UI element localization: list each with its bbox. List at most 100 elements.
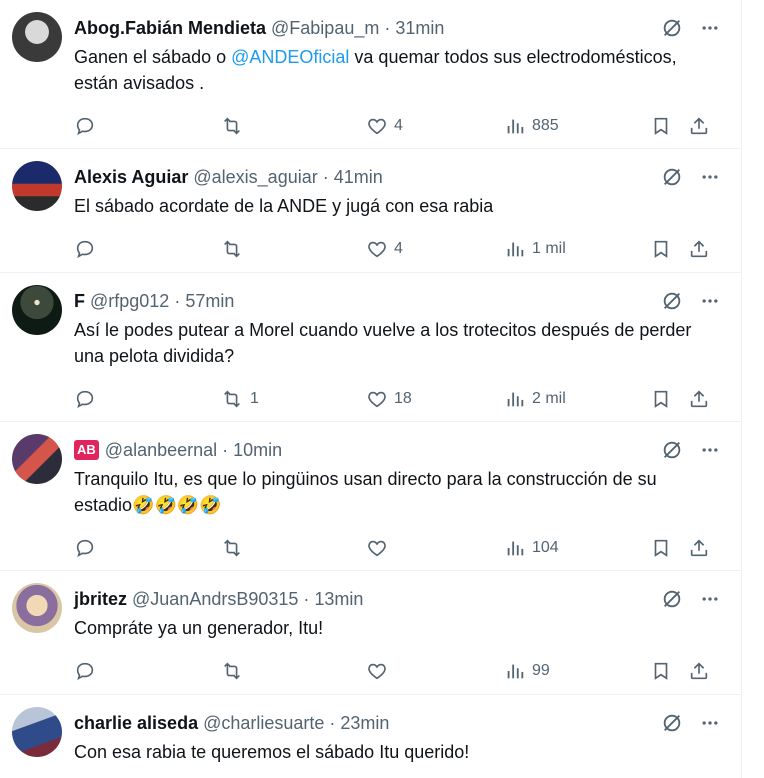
share-icon [690,240,708,258]
views-button[interactable]: 2 mil [504,388,650,410]
display-name-badge[interactable]: AB [74,440,99,460]
reply-feed: Abog.Fabián Mendieta @Fabipau_m · 31min … [0,0,742,778]
share-button[interactable] [688,238,710,260]
share-button[interactable] [688,660,710,682]
author-name[interactable]: jbritez [74,589,127,610]
timestamp[interactable]: 13min [314,589,363,610]
avatar[interactable] [12,707,64,778]
bookmark-button[interactable] [650,238,688,260]
views-icon [507,242,524,257]
more-icon[interactable] [695,708,725,738]
grok-icon[interactable] [657,13,687,43]
tweet[interactable]: AB @alanbeernal · 10min Tranquilo Itu, e… [0,422,741,571]
share-button[interactable] [688,388,710,410]
timestamp[interactable]: 10min [233,440,282,461]
retweet-button[interactable] [220,115,366,137]
retweet-icon [224,390,240,408]
retweet-button[interactable]: 1 [220,388,366,410]
reply-button[interactable] [74,660,220,682]
retweet-button[interactable] [220,660,366,682]
tweet-text: Así le podes putear a Morel cuando vuelv… [74,320,692,366]
views-icon [507,664,524,679]
reply-icon [76,117,94,135]
share-button[interactable] [688,537,710,559]
author-handle[interactable]: @alanbeernal [105,440,217,461]
avatar[interactable] [12,161,64,272]
share-icon [690,117,708,135]
timestamp[interactable]: 57min [185,291,234,312]
share-icon [690,539,708,557]
tweet-actions: 4 885 [74,96,725,156]
tweet[interactable]: Abog.Fabián Mendieta @Fabipau_m · 31min … [0,0,741,149]
reply-icon [76,539,94,557]
like-button[interactable]: 4 [366,238,504,260]
more-icon[interactable] [695,13,725,43]
avatar[interactable] [12,12,64,148]
retweet-icon [224,539,240,557]
like-button[interactable]: 18 [366,388,504,410]
author-name[interactable]: F [74,291,85,312]
tweet-actions: 99 [74,641,725,701]
timestamp[interactable]: 31min [395,18,444,39]
grok-icon[interactable] [657,584,687,614]
author-name[interactable]: Alexis Aguiar [74,167,188,188]
views-button[interactable]: 885 [504,115,650,137]
tweet[interactable]: F @rfpg012 · 57min Así le podes putear a… [0,273,741,422]
reply-button[interactable] [74,238,220,260]
more-icon[interactable] [695,162,725,192]
tweet-actions: 4 1 mil [74,219,725,279]
avatar[interactable] [12,583,64,694]
views-button[interactable]: 104 [504,537,650,559]
author-name[interactable]: Abog.Fabián Mendieta [74,18,266,39]
mention-link[interactable]: @ANDEOficial [231,47,349,67]
heart-icon [368,391,386,408]
reply-icon [76,240,94,258]
author-handle[interactable]: @charliesuarte [203,713,324,734]
views-button[interactable]: 99 [504,660,650,682]
retweet-icon [224,240,240,258]
bookmark-button[interactable] [650,115,688,137]
views-button[interactable]: 1 mil [504,238,650,260]
grok-icon[interactable] [657,286,687,316]
avatar[interactable] [12,285,64,421]
like-button[interactable] [366,537,504,559]
tweet[interactable]: Alexis Aguiar @alexis_aguiar · 41min El … [0,149,741,273]
bookmark-button[interactable] [650,388,688,410]
grok-icon[interactable] [657,162,687,192]
heart-icon [368,241,386,258]
author-name[interactable]: charlie aliseda [74,713,198,734]
bookmark-button[interactable] [650,660,688,682]
like-button[interactable]: 4 [366,115,504,137]
share-icon [690,390,708,408]
reply-button[interactable] [74,537,220,559]
heart-icon [368,118,386,135]
retweet-button[interactable] [220,238,366,260]
heart-icon [368,540,386,557]
reply-icon [76,390,94,408]
bookmark-icon [654,117,668,135]
reply-button[interactable] [74,115,220,137]
author-handle[interactable]: @Fabipau_m [271,18,379,39]
more-icon[interactable] [695,584,725,614]
author-handle[interactable]: @JuanAndrsB90315 [132,589,298,610]
more-icon[interactable] [695,435,725,465]
retweet-button[interactable] [220,537,366,559]
author-handle[interactable]: @alexis_aguiar [193,167,317,188]
grok-icon[interactable] [657,708,687,738]
bookmark-icon [654,662,668,680]
timestamp[interactable]: 23min [340,713,389,734]
like-button[interactable] [366,660,504,682]
author-handle[interactable]: @rfpg012 [90,291,169,312]
views-icon [507,119,524,134]
share-button[interactable] [688,115,710,137]
tweet[interactable]: charlie aliseda @charliesuarte · 23min C… [0,695,741,778]
bookmark-icon [654,539,668,557]
tweet[interactable]: jbritez @JuanAndrsB90315 · 13min Comprát… [0,571,741,695]
avatar[interactable] [12,434,64,570]
more-icon[interactable] [695,286,725,316]
bookmark-button[interactable] [650,537,688,559]
tweet-text: Tranquilo Itu, es que lo pingüinos usan … [74,469,657,515]
reply-button[interactable] [74,388,220,410]
grok-icon[interactable] [657,435,687,465]
timestamp[interactable]: 41min [334,167,383,188]
